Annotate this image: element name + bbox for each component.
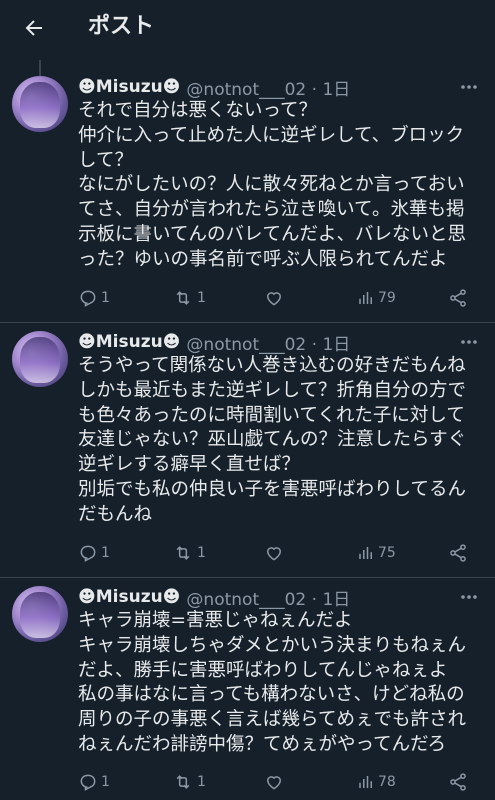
repost-icon — [176, 775, 190, 789]
text-line: なにがしたいの？人に散々死ねとか言っておい — [78, 174, 465, 196]
repost-icon — [176, 546, 190, 560]
text-line: そうやって関係ない人巻き込むの好きだもんね — [78, 355, 466, 376]
post-header: ☻Misuzu☻ @notnot___02 · 1日 — [78, 585, 351, 610]
page-title: ポスト — [88, 14, 155, 39]
text-line: 逆ギレする癖早く直せば？ — [78, 454, 301, 476]
share-icon — [450, 773, 466, 791]
views-button[interactable]: 79 — [357, 286, 396, 310]
text-line: 友達じゃない？巫山戯てんの？注意したらすぐ — [78, 429, 467, 451]
text-line: ねぇんだわ誹謗中傷？てめぇがやってんだろ — [78, 733, 446, 755]
handle-and-time: @notnot___02 · 1日 — [186, 334, 351, 355]
heart-icon — [266, 776, 282, 790]
display-name[interactable]: ☻Misuzu☻ — [78, 332, 180, 352]
text-line: 私の事はなに言っても構わないさ、けどね私の — [78, 684, 465, 706]
views-bar-chart-icon — [359, 292, 372, 304]
views-bar-chart-icon — [359, 547, 372, 559]
reply-button[interactable]: 1 — [78, 770, 110, 794]
reply-button[interactable]: 1 — [78, 541, 110, 565]
action-bar: 1 1 79 — [78, 286, 478, 310]
share-button[interactable] — [448, 541, 468, 565]
repost-icon — [176, 291, 190, 305]
share-button[interactable] — [448, 770, 468, 794]
post-text: キャラ崩壊=害悪じゃねぇんだよ キャラ崩壊しちゃダメとかいう決まりもねぇん だよ… — [78, 609, 488, 758]
text-line: てさ、自分が言われたら泣き喚いて。氷華も掲 — [78, 199, 465, 221]
text-line: 別垢でも私の仲良い子を害悪呼ばわりしてるん — [78, 478, 466, 500]
text-line: だもんね — [78, 503, 153, 525]
repost-count: 1 — [197, 290, 206, 306]
repost-button[interactable]: 1 — [172, 541, 206, 565]
text-line: キャラ崩壊=害悪じゃねぇんだよ — [78, 610, 353, 631]
repost-count: 1 — [197, 774, 206, 790]
avatar[interactable] — [12, 76, 68, 132]
reply-count: 1 — [101, 290, 110, 306]
repost-button[interactable]: 1 — [172, 770, 206, 794]
post-3[interactable]: ☻Misuzu☻ @notnot___02 · 1日 キャラ崩壊=害悪じゃねぇん… — [0, 578, 495, 800]
arrow-left-icon — [25, 20, 42, 36]
view-count: 79 — [378, 290, 396, 306]
more-dots-icon — [461, 340, 477, 344]
handle-and-time: @notnot___02 · 1日 — [186, 589, 351, 610]
text-line: 示板に書いてんのバレてんだよ、バレないと思 — [78, 223, 466, 245]
reply-icon — [80, 290, 96, 307]
handle-and-time: @notnot___02 · 1日 — [186, 79, 351, 100]
text-line: 仲介に入って止めた人に逆ギレして、ブロック — [78, 124, 465, 146]
post-1[interactable]: ☻Misuzu☻ @notnot___02 · 1日 それで自分は悪くないって？… — [0, 68, 495, 323]
share-icon — [450, 544, 466, 562]
avatar[interactable] — [12, 331, 68, 387]
more-options-button[interactable] — [457, 585, 481, 609]
views-button[interactable]: 78 — [357, 770, 396, 794]
like-button[interactable] — [264, 286, 287, 310]
view-count: 75 — [378, 545, 396, 561]
reply-icon — [80, 545, 96, 562]
more-dots-icon — [461, 595, 477, 599]
text-line: 周りの子の事悪く言えば幾らてめぇでも許され — [78, 709, 466, 731]
view-count: 78 — [378, 774, 396, 790]
more-dots-icon — [461, 85, 477, 89]
like-button[interactable] — [264, 770, 287, 794]
text-line: だよ、勝手に害悪呼ばわりしてんじゃねぇよ — [78, 659, 448, 681]
post-text: そうやって関係ない人巻き込むの好きだもんね しかも最近もまた逆ギレして？折角自分… — [78, 354, 488, 528]
more-options-button[interactable] — [457, 75, 481, 99]
heart-icon — [266, 547, 282, 561]
post-header: ☻Misuzu☻ @notnot___02 · 1日 — [78, 330, 351, 355]
post-text: それで自分は悪くないって？ 仲介に入って止めた人に逆ギレして、ブロック して？ … — [78, 99, 488, 273]
text-line: しかも最近もまた逆ギレして？折角自分の方で — [78, 379, 466, 401]
display-name[interactable]: ☻Misuzu☻ — [78, 587, 180, 607]
views-bar-chart-icon — [359, 776, 372, 788]
avatar[interactable] — [12, 586, 68, 642]
text-line: った？ゆいの事名前で呼ぶ人限られてんだよ — [78, 248, 448, 270]
share-button[interactable] — [448, 286, 468, 310]
heart-icon — [266, 292, 282, 306]
display-name[interactable]: ☻Misuzu☻ — [78, 77, 180, 97]
text-line: も色々あったのに時間割いてくれた子に対して — [78, 404, 465, 426]
views-button[interactable]: 75 — [357, 541, 396, 565]
text-line: して？ — [78, 149, 133, 171]
reply-count: 1 — [101, 545, 110, 561]
share-icon — [450, 289, 466, 307]
action-bar: 1 1 75 — [78, 541, 478, 565]
top-bar: ポスト — [0, 0, 495, 56]
reply-button[interactable]: 1 — [78, 286, 110, 310]
like-button[interactable] — [264, 541, 287, 565]
more-options-button[interactable] — [457, 330, 481, 354]
repost-button[interactable]: 1 — [172, 286, 206, 310]
action-bar: 1 1 78 — [78, 770, 478, 794]
reply-count: 1 — [101, 774, 110, 790]
text-line: それで自分は悪くないって？ — [78, 100, 318, 121]
post-2[interactable]: ☻Misuzu☻ @notnot___02 · 1日 そうやって関係ない人巻き込… — [0, 323, 495, 578]
text-line: キャラ崩壊しちゃダメとかいう決まりもねぇん — [78, 634, 466, 656]
repost-count: 1 — [197, 545, 206, 561]
reply-icon — [80, 774, 96, 791]
post-header: ☻Misuzu☻ @notnot___02 · 1日 — [78, 75, 351, 100]
back-button[interactable] — [18, 12, 50, 44]
